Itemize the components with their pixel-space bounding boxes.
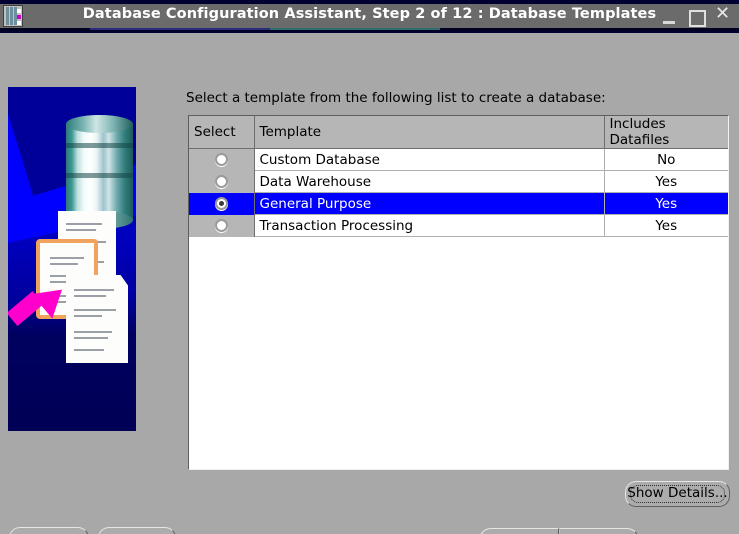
splash-illustration [8,87,136,431]
title-bar-accent [0,28,739,31]
back-button[interactable]: « Back [479,528,559,534]
template-table-body: Custom Database No Data Warehouse Yes Ge… [189,148,728,237]
show-details-label: Show Details... [627,485,728,502]
title-bar[interactable]: Database Configuration Assistant, Step 2… [0,0,739,33]
datafiles-cell: Yes [604,192,728,215]
close-icon[interactable]: ✕ [715,5,730,23]
window-controls: ✕ [663,5,733,27]
radio-cell[interactable] [189,214,255,237]
template-radio[interactable] [214,175,228,188]
template-table: Select Template Includes Datafiles Custo… [189,116,728,237]
document-sheet-icon-2 [66,275,128,363]
column-header-select[interactable]: Select [189,116,255,149]
datafiles-cell: No [604,148,728,171]
template-name-cell[interactable]: Transaction Processing [254,214,605,237]
template-name-cell[interactable]: General Purpose [254,192,605,215]
template-radio[interactable] [214,219,228,232]
window-title: Database Configuration Assistant, Step 2… [82,6,657,22]
datafiles-cell: Yes [604,214,728,237]
dbca-window: Database Configuration Assistant, Step 2… [0,0,739,534]
instruction-label: Select a template from the following lis… [186,90,606,106]
table-row[interactable]: Transaction Processing Yes [189,214,728,237]
datafiles-cell: Yes [604,170,728,193]
minimize-icon[interactable] [663,9,675,24]
table-row[interactable]: Custom Database No [189,148,728,171]
column-header-template[interactable]: Template [254,116,605,149]
next-button[interactable]: Next » [559,528,639,534]
radio-cell[interactable] [189,170,255,193]
template-list-panel[interactable]: Select Template Includes Datafiles Custo… [188,115,729,470]
column-header-includes-datafiles[interactable]: Includes Datafiles [604,116,728,149]
help-button[interactable]: Help [98,527,176,534]
template-radio[interactable] [214,153,228,167]
template-radio-selected[interactable] [214,197,228,210]
maximize-icon[interactable] [689,8,706,27]
template-name-cell[interactable]: Custom Database [254,148,605,171]
radio-cell[interactable] [189,148,255,171]
dialog-content: Select a template from the following lis… [0,33,739,534]
table-row[interactable]: Data Warehouse Yes [189,170,728,193]
magenta-arrow-icon [8,277,73,335]
cancel-button[interactable]: Cancel [9,527,89,534]
show-details-button[interactable]: Show Details... [625,481,730,507]
table-header-row: Select Template Includes Datafiles [189,116,728,149]
table-row-selected[interactable]: General Purpose Yes [189,192,728,215]
template-name-cell[interactable]: Data Warehouse [254,170,605,193]
radio-cell[interactable] [189,192,255,215]
